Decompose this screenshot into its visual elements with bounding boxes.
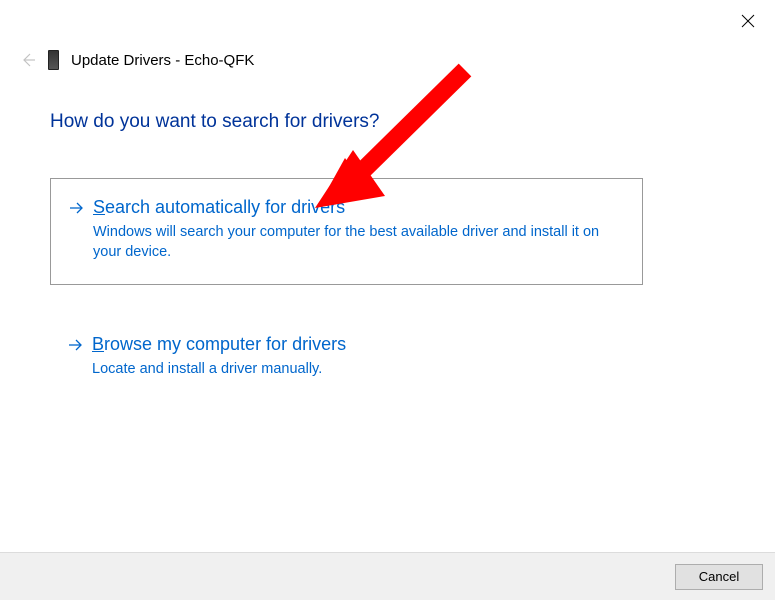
option-description: Windows will search your computer for th…	[93, 223, 623, 262]
footer-bar: Cancel	[0, 552, 775, 600]
back-arrow-icon	[20, 52, 36, 68]
option-header: Browse my computer for drivers	[68, 334, 625, 355]
arrow-right-icon	[68, 337, 84, 353]
window-title: Update Drivers - Echo-QFK	[71, 52, 254, 69]
back-button[interactable]	[20, 52, 36, 68]
option-title: Browse my computer for drivers	[92, 334, 346, 355]
device-icon	[48, 50, 59, 70]
page-heading: How do you want to search for drivers?	[50, 111, 380, 133]
option-description: Locate and install a driver manually.	[92, 360, 622, 380]
option-browse-computer[interactable]: Browse my computer for drivers Locate an…	[50, 322, 643, 402]
option-title: Search automatically for drivers	[93, 197, 345, 218]
header-row: Update Drivers - Echo-QFK	[20, 50, 254, 70]
option-header: Search automatically for drivers	[69, 197, 624, 218]
arrow-right-icon	[69, 200, 85, 216]
cancel-button[interactable]: Cancel	[675, 564, 763, 590]
close-icon	[741, 14, 755, 28]
option-search-automatically[interactable]: Search automatically for drivers Windows…	[50, 178, 643, 285]
close-button[interactable]	[738, 11, 758, 31]
